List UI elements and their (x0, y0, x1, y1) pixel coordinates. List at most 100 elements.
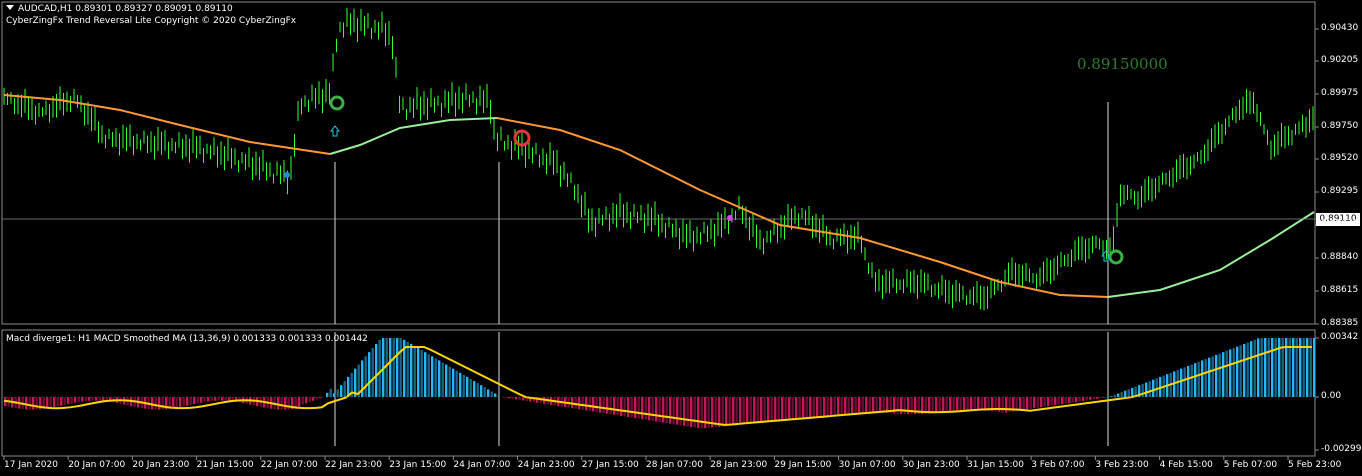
macd-histogram-bar (858, 397, 861, 414)
macd-histogram-bar (634, 397, 637, 419)
macd-histogram-bar (763, 397, 766, 423)
macd-histogram-bar (788, 397, 791, 421)
macd-histogram-bar (742, 397, 745, 425)
macd-histogram-bar (189, 397, 192, 405)
macd-histogram-bar (840, 397, 843, 416)
macd-histogram-bar (613, 397, 616, 415)
macd-histogram-bar (931, 397, 934, 414)
macd-histogram-bar (406, 341, 409, 397)
macd-histogram-bar (704, 397, 707, 429)
macd-histogram-bar (1082, 397, 1085, 401)
macd-histogram-bar (823, 397, 826, 417)
macd-histogram-bar (56, 397, 59, 407)
macd-histogram-bar (728, 397, 731, 426)
macd-histogram-bar (721, 397, 724, 427)
macd-histogram-bar (826, 397, 829, 417)
macd-histogram-bar (473, 381, 476, 397)
macd-histogram-bar (935, 397, 938, 413)
macd-histogram-bar (865, 397, 868, 413)
macd-histogram-bar (91, 397, 94, 401)
macd-histogram-bar (487, 389, 490, 397)
dropdown-triangle-icon[interactable] (6, 5, 14, 10)
macd-histogram-bar (1120, 392, 1123, 397)
macd-histogram-bar (672, 397, 675, 425)
macd-histogram-bar (1278, 338, 1281, 397)
macd-histogram-bar (1124, 390, 1127, 397)
macd-histogram-bar (1054, 397, 1057, 406)
time-tick-label: 27 Jan 15:00 (581, 460, 639, 470)
macd-histogram-bar (368, 352, 371, 397)
macd-histogram-bar (469, 379, 472, 397)
time-tick-label: 28 Jan 07:00 (646, 460, 703, 470)
macd-histogram-bar (725, 397, 728, 427)
macd-histogram-bar (662, 397, 665, 423)
macd-histogram-bar (1222, 352, 1225, 397)
macd-tick-label: 0.00342 (1321, 332, 1359, 342)
price-tick-label: 0.89070 (1321, 219, 1359, 229)
macd-histogram-bar (210, 397, 213, 402)
time-tick-label: 3 Feb 23:00 (1095, 460, 1149, 470)
macd-histogram-bar (592, 397, 595, 412)
macd-histogram-bar (1033, 397, 1036, 409)
macd-histogram-bar (1155, 378, 1158, 397)
chart-window[interactable]: AUDCAD,H1 0.89301 0.89327 0.89091 0.8911… (0, 0, 1362, 476)
macd-histogram-bar (1271, 338, 1274, 397)
symbol-quote: AUDCAD,H1 0.89301 0.89327 0.89091 0.8911… (18, 4, 233, 14)
macd-histogram-bar (588, 397, 591, 411)
time-tick-label: 20 Jan 23:00 (132, 460, 190, 470)
macd-histogram-bar (1001, 397, 1004, 413)
macd-histogram-bar (1145, 382, 1148, 397)
macd-histogram-bar (973, 397, 976, 411)
macd-histogram-bar (760, 397, 763, 423)
macd-histogram-bar (399, 338, 402, 397)
magenta-dot-icon (727, 215, 733, 221)
macd-histogram-bar (847, 397, 850, 415)
macd-histogram-bar (60, 397, 63, 406)
macd-histogram-bar (637, 397, 640, 419)
macd-histogram-bar (151, 397, 154, 410)
price-tick-label: 0.90430 (1321, 23, 1359, 33)
macd-histogram-bar (448, 366, 451, 397)
macd-histogram-bar (371, 348, 374, 397)
macd-histogram-bar (378, 339, 381, 397)
macd-histogram-bar (186, 397, 189, 406)
macd-histogram-bar (1201, 360, 1204, 397)
macd-histogram-bar (693, 397, 696, 428)
macd-histogram-bar (98, 397, 101, 401)
macd-histogram-bar (1229, 349, 1232, 397)
macd-tick-label: 0.00 (1321, 391, 1342, 401)
macd-histogram-bar (1047, 397, 1050, 407)
macd-histogram-bar (35, 397, 38, 410)
macd-histogram-bar (1187, 365, 1190, 397)
price-tick-label: 0.89750 (1321, 121, 1359, 131)
macd-histogram-bar (490, 391, 493, 397)
symbol-header: AUDCAD,H1 0.89301 0.89327 0.89091 0.8911… (6, 4, 233, 15)
macd-histogram-bar (651, 397, 654, 421)
macd-histogram-bar (641, 397, 644, 420)
macd-histogram-bar (749, 397, 752, 424)
macd-histogram-bar (655, 397, 658, 422)
macd-histogram-bar (1176, 370, 1179, 397)
macd-histogram-bar (1068, 397, 1071, 403)
macd-histogram-bar (224, 397, 227, 401)
macd-histogram-bar (326, 392, 329, 397)
macd-histogram-bar (1127, 389, 1130, 397)
macd-histogram-bar (952, 397, 955, 412)
macd-histogram-bar (364, 356, 367, 397)
macd-histogram-bar (679, 397, 682, 426)
macd-histogram-bar (1194, 363, 1197, 397)
macd-histogram-bar (1036, 397, 1039, 408)
macd-histogram-bar (1085, 397, 1088, 401)
macd-histogram-bar (812, 397, 815, 418)
macd-histogram-bar (1131, 387, 1134, 397)
macd-histogram-bar (277, 397, 280, 410)
macd-histogram-bar (970, 397, 973, 411)
macd-histogram-bar (1208, 357, 1211, 397)
macd-histogram-bar (1117, 393, 1120, 397)
macd-histogram-bar (476, 383, 479, 397)
macd-histogram-bar (1050, 397, 1053, 406)
macd-histogram-bar (431, 356, 434, 397)
price-panel-frame (1, 1, 1316, 325)
time-tick-label: 3 Feb 07:00 (1031, 460, 1085, 470)
macd-histogram-bar (95, 397, 98, 401)
